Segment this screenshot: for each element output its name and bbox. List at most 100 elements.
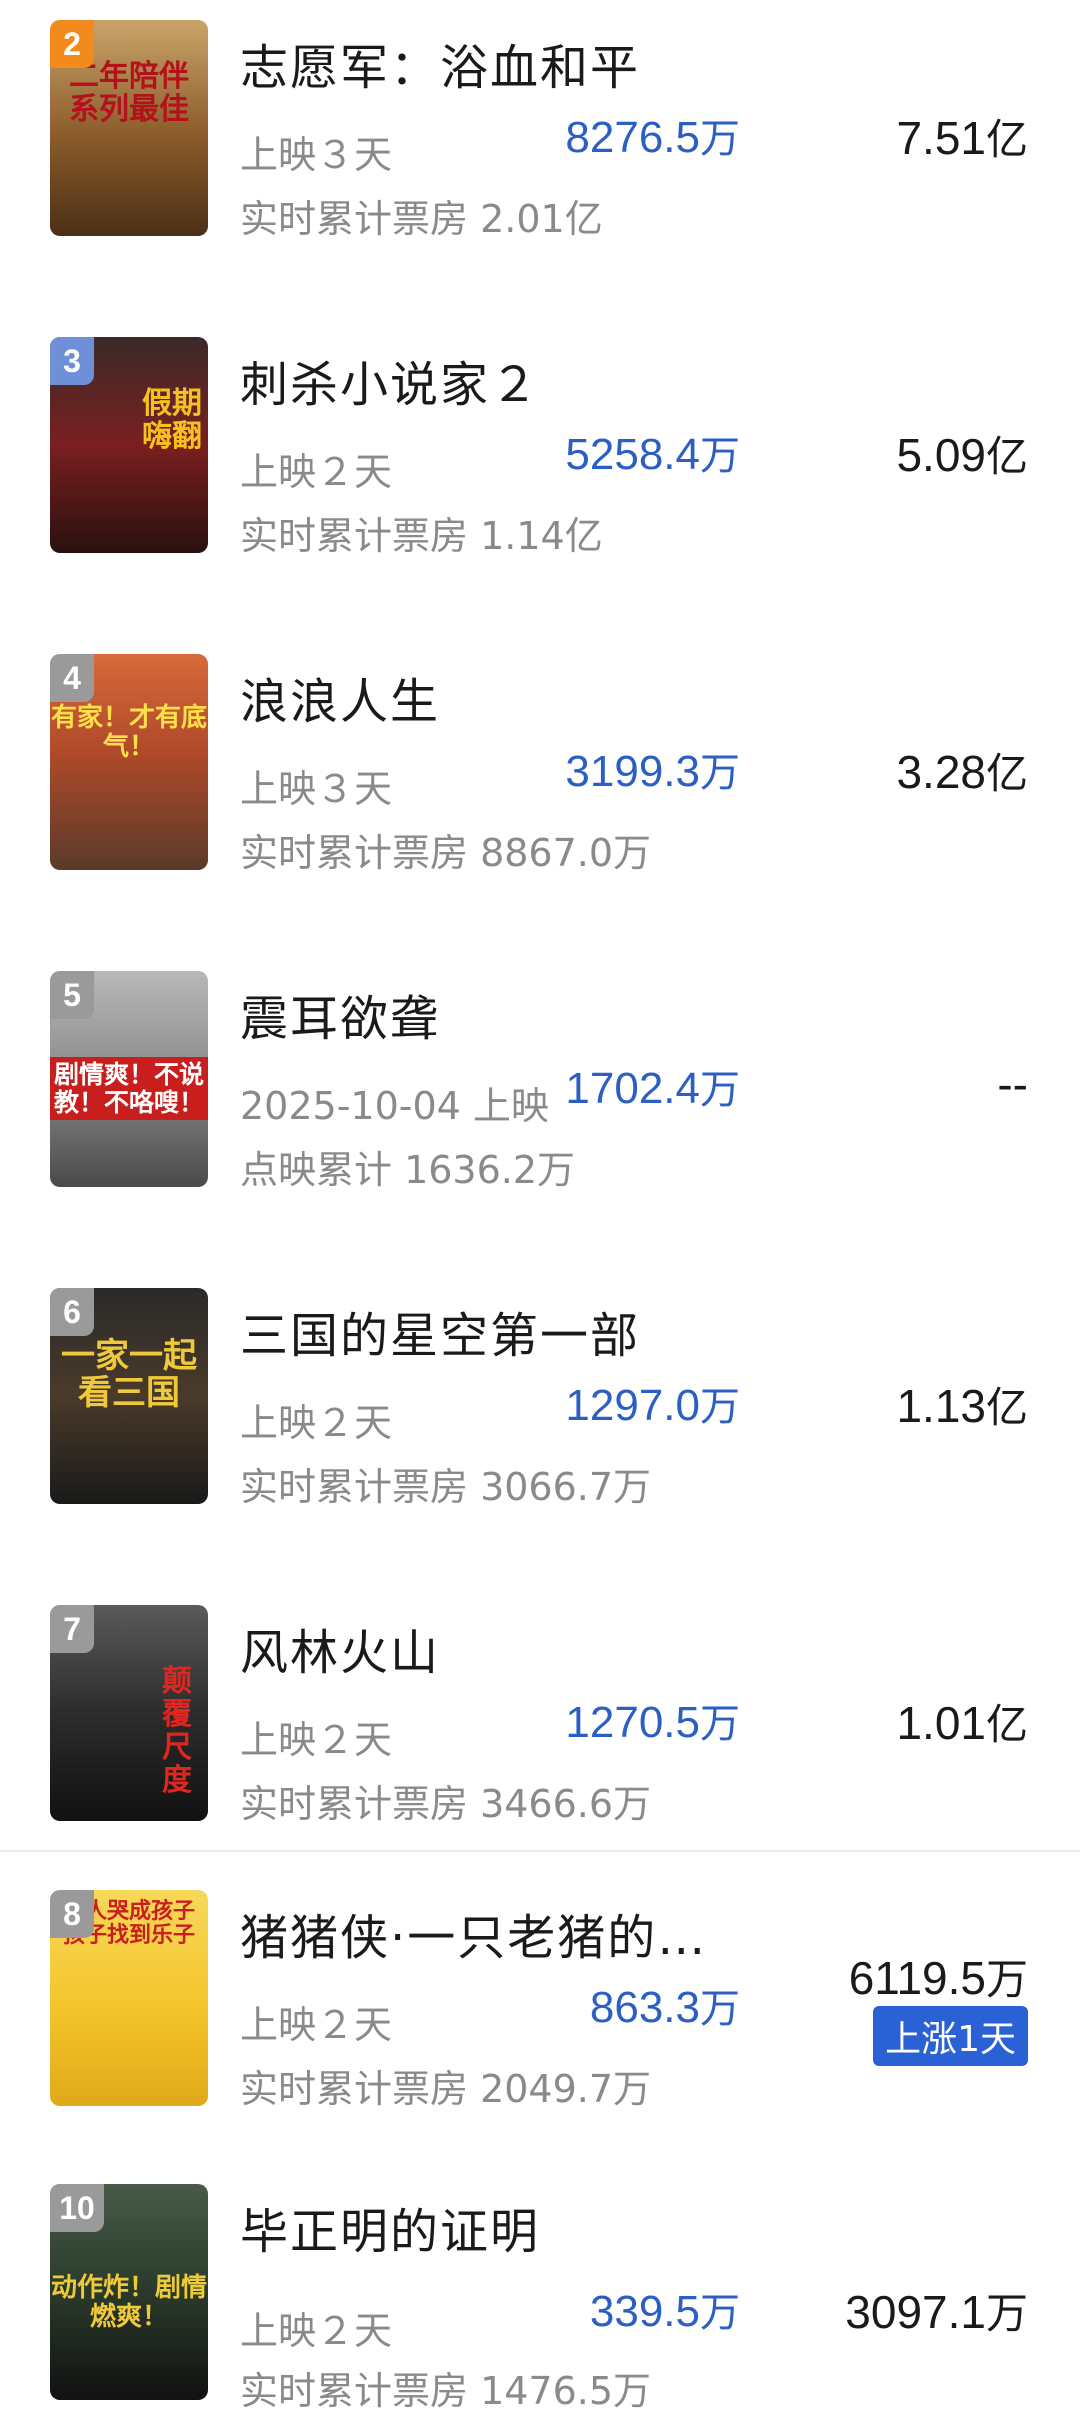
daily-value: 1702.4 bbox=[565, 1064, 700, 1113]
trend-badge: 上涨1天 bbox=[873, 2006, 1028, 2066]
movie-poster[interactable]: 动作炸！剧情燃爽！ 10 bbox=[50, 2184, 208, 2400]
rank-badge: 2 bbox=[50, 20, 94, 68]
daily-unit: 万 bbox=[700, 1986, 740, 2032]
poster-text: 动作炸！剧情燃爽！ bbox=[50, 2273, 207, 2332]
cumulative-box-office: 实时累计票房 1476.5万 bbox=[240, 2369, 652, 2413]
daily-box-office: 1297.0万 bbox=[565, 1374, 740, 1432]
list-item[interactable]: 动作炸！剧情燃爽！ 10 毕正明的证明 上映２天 339.5万 3097.1万 … bbox=[0, 2184, 1080, 2413]
divider bbox=[0, 1850, 1080, 1852]
movie-title: 猪猪侠·一只老猪的… bbox=[240, 1910, 708, 1966]
daily-unit: 万 bbox=[700, 2290, 740, 2336]
daily-box-office: 8276.5万 bbox=[565, 106, 740, 164]
total-value: 5.09 bbox=[896, 429, 986, 481]
movie-title: 志愿军：浴血和平 bbox=[240, 40, 641, 96]
movie-title: 刺杀小说家２ bbox=[240, 357, 541, 413]
total-value: 7.51 bbox=[896, 112, 986, 164]
movie-title: 浪浪人生 bbox=[240, 674, 441, 730]
movie-poster[interactable]: 假期嗨翻 3 bbox=[50, 337, 208, 553]
release-info: 上映３天 bbox=[240, 133, 393, 177]
daily-unit: 万 bbox=[700, 433, 740, 479]
movie-poster[interactable]: 有家！才有底气！ 4 bbox=[50, 654, 208, 870]
daily-value: 3199.3 bbox=[565, 747, 700, 796]
daily-value: 863.3 bbox=[589, 1983, 700, 2032]
total-unit: 亿 bbox=[985, 115, 1028, 164]
cumulative-box-office: 实时累计票房 2.01亿 bbox=[240, 197, 603, 241]
total-value: 3.28 bbox=[896, 746, 986, 798]
total-value: 1.01 bbox=[896, 1697, 986, 1749]
total-box-office: 7.51亿 bbox=[896, 106, 1028, 167]
total-unit: 亿 bbox=[985, 1383, 1028, 1432]
list-item[interactable]: 有家！才有底气！ 4 浪浪人生 上映３天 3199.3万 3.28亿 实时累计票… bbox=[0, 654, 1080, 875]
release-info: 上映２天 bbox=[240, 2309, 393, 2353]
daily-unit: 万 bbox=[700, 116, 740, 162]
release-info: 上映３天 bbox=[240, 767, 393, 811]
poster-text: 一家一起看三国 bbox=[61, 1336, 197, 1414]
rank-badge: 3 bbox=[50, 337, 94, 385]
poster-text: 假期嗨翻 bbox=[142, 386, 202, 454]
list-item[interactable]: 颠覆尺度 7 风林火山 上映２天 1270.5万 1.01亿 实时累计票房 34… bbox=[0, 1605, 1080, 1826]
movie-poster[interactable]: 一家一起看三国 6 bbox=[50, 1288, 208, 1504]
list-item[interactable]: 大人哭成孩子 孩子找到乐子 8 猪猪侠·一只老猪的… 上映２天 863.3万 6… bbox=[0, 1890, 1080, 2111]
release-info: 上映２天 bbox=[240, 450, 393, 494]
movie-poster[interactable]: 二年陪伴 系列最佳 2 bbox=[50, 20, 208, 236]
poster-text: 二年陪伴 系列最佳 bbox=[69, 59, 189, 127]
list-item[interactable]: 剧情爽！不说教！不咯嗖！ 5 震耳欲聋 2025-10-04 上映 1702.4… bbox=[0, 971, 1080, 1192]
daily-box-office: 339.5万 bbox=[590, 2280, 740, 2338]
movie-poster[interactable]: 剧情爽！不说教！不咯嗖！ 5 bbox=[50, 971, 208, 1187]
poster-text: 颠覆尺度 bbox=[162, 1664, 192, 1798]
poster-text: 剧情爽！不说教！不咯嗖！ bbox=[50, 1057, 208, 1120]
daily-box-office: 5258.4万 bbox=[565, 423, 740, 481]
poster-text: 有家！才有底气！ bbox=[50, 703, 207, 762]
list-item[interactable]: 一家一起看三国 6 三国的星空第一部 上映２天 1297.0万 1.13亿 实时… bbox=[0, 1288, 1080, 1509]
movie-poster[interactable]: 大人哭成孩子 孩子找到乐子 8 bbox=[50, 1890, 208, 2106]
movie-title: 震耳欲聋 bbox=[240, 991, 441, 1047]
daily-value: 339.5 bbox=[589, 2287, 700, 2336]
movie-title: 三国的星空第一部 bbox=[240, 1308, 641, 1364]
total-box-office: -- bbox=[997, 1057, 1028, 1111]
total-value: 3097.1 bbox=[845, 2286, 986, 2338]
total-box-office: 3097.1万 bbox=[845, 2280, 1028, 2341]
daily-box-office: 3199.3万 bbox=[565, 740, 740, 798]
cumulative-box-office: 实时累计票房 3466.6万 bbox=[240, 1782, 652, 1826]
total-box-office: 1.13亿 bbox=[896, 1374, 1028, 1435]
rank-badge: 7 bbox=[50, 1605, 94, 1653]
cumulative-box-office: 实时累计票房 3066.7万 bbox=[240, 1465, 652, 1509]
cumulative-box-office: 实时累计票房 1.14亿 bbox=[240, 514, 603, 558]
total-box-office: 5.09亿 bbox=[896, 423, 1028, 484]
total-box-office: 3.28亿 bbox=[896, 740, 1028, 801]
daily-unit: 万 bbox=[700, 1067, 740, 1113]
daily-value: 1297.0 bbox=[565, 1381, 700, 1430]
daily-box-office: 1270.5万 bbox=[565, 1691, 740, 1749]
total-box-office: 1.01亿 bbox=[896, 1691, 1028, 1752]
total-unit: 亿 bbox=[985, 1700, 1028, 1749]
daily-box-office: 863.3万 bbox=[590, 1976, 740, 2034]
release-info: 上映２天 bbox=[240, 1401, 393, 1445]
rank-badge: 4 bbox=[50, 654, 94, 702]
cumulative-box-office: 实时累计票房 2049.7万 bbox=[240, 2067, 652, 2111]
release-info: 上映２天 bbox=[240, 1718, 393, 1762]
list-item[interactable]: 二年陪伴 系列最佳 2 志愿军：浴血和平 上映３天 8276.5万 7.51亿 … bbox=[0, 20, 1080, 241]
release-info: 2025-10-04 上映 bbox=[240, 1084, 549, 1128]
cumulative-box-office: 点映累计 1636.2万 bbox=[240, 1148, 576, 1192]
daily-unit: 万 bbox=[700, 750, 740, 796]
rank-badge: 10 bbox=[50, 2184, 104, 2232]
total-value: 1.13 bbox=[896, 1380, 986, 1432]
total-box-office: 6119.5万 bbox=[849, 1946, 1028, 2007]
list-item[interactable]: 假期嗨翻 3 刺杀小说家２ 上映２天 5258.4万 5.09亿 实时累计票房 … bbox=[0, 337, 1080, 558]
daily-value: 8276.5 bbox=[565, 113, 700, 162]
daily-box-office: 1702.4万 bbox=[565, 1057, 740, 1115]
total-unit: 万 bbox=[985, 1955, 1028, 2004]
daily-value: 1270.5 bbox=[565, 1698, 700, 1747]
total-unit: 亿 bbox=[985, 432, 1028, 481]
daily-value: 5258.4 bbox=[565, 430, 700, 479]
rank-badge: 6 bbox=[50, 1288, 94, 1336]
daily-unit: 万 bbox=[700, 1701, 740, 1747]
total-value: -- bbox=[997, 1058, 1028, 1110]
movie-poster[interactable]: 颠覆尺度 7 bbox=[50, 1605, 208, 1821]
rank-badge: 8 bbox=[50, 1890, 94, 1938]
movie-title: 毕正明的证明 bbox=[240, 2204, 541, 2260]
movie-title: 风林火山 bbox=[240, 1625, 441, 1681]
daily-unit: 万 bbox=[700, 1384, 740, 1430]
total-unit: 万 bbox=[985, 2289, 1028, 2338]
cumulative-box-office: 实时累计票房 8867.0万 bbox=[240, 831, 652, 875]
